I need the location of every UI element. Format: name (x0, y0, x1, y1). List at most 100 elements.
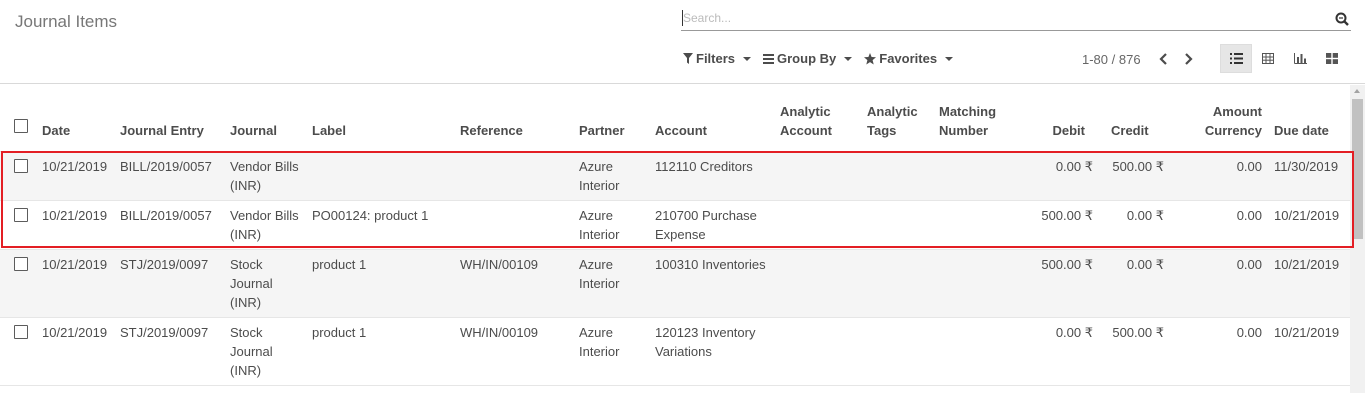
cell-analytic-tags[interactable] (863, 249, 935, 318)
bar-chart-icon[interactable] (1284, 44, 1316, 73)
cell-analytic-tags[interactable] (863, 317, 935, 386)
row-select-cell (0, 151, 38, 201)
pager-value[interactable]: 1-80 / 876 (1082, 52, 1141, 67)
cell-matching-number[interactable] (935, 249, 1030, 318)
cell-analytic-tags[interactable] (863, 151, 935, 201)
column-header-matching-number[interactable]: Matching Number (935, 85, 1030, 152)
column-header-analytic-tags[interactable]: Analytic Tags (863, 85, 935, 152)
row-checkbox[interactable] (14, 207, 28, 222)
cell-partner[interactable]: Azure Interior (575, 249, 651, 318)
scrollbar-thumb[interactable] (1352, 99, 1363, 239)
cell-due-date[interactable]: 11/30/2019 (1266, 151, 1350, 201)
grid-icon[interactable] (1316, 44, 1348, 73)
cell-matching-number[interactable] (935, 200, 1030, 250)
column-header-journal-entry[interactable]: Journal Entry (116, 85, 226, 152)
cell-account[interactable]: 112110 Creditors (651, 151, 776, 201)
column-header-partner[interactable]: Partner (575, 85, 651, 152)
column-header-credit[interactable]: Credit (1107, 85, 1182, 152)
cell-credit[interactable]: 500.00 ₹ (1107, 151, 1182, 201)
cell-reference[interactable] (456, 200, 575, 250)
cell-account[interactable]: 120123 Inventory Variations (651, 317, 776, 386)
cell-account[interactable]: 210700 Purchase Expense (651, 200, 776, 250)
cell-journal[interactable]: Vendor Bills (INR) (226, 151, 308, 201)
table-icon[interactable] (1252, 44, 1284, 73)
cell-label[interactable]: product 1 (308, 317, 456, 386)
pager: 1-80 / 876 (1082, 51, 1197, 67)
table-row[interactable]: 10/21/2019 BILL/2019/0057 Vendor Bills (IN… (0, 200, 1350, 250)
cell-journal[interactable]: Vendor Bills (INR) (226, 200, 308, 250)
cell-journal-entry[interactable]: STJ/2019/0097 (116, 249, 226, 318)
cell-label[interactable]: PO00124: product 1 (308, 200, 456, 250)
cell-reference[interactable]: WH/IN/00109 (456, 249, 575, 318)
cell-debit[interactable]: 500.00 ₹ (1030, 249, 1107, 318)
journal-items-table: Date Journal Entry Journal Label Referen… (0, 85, 1350, 393)
list-view-icon[interactable] (1220, 44, 1252, 73)
column-header-debit[interactable]: Debit (1030, 85, 1107, 152)
cell-analytic-tags[interactable] (863, 200, 935, 250)
cell-date[interactable]: 10/21/2019 (38, 200, 116, 250)
table-row[interactable]: 10/21/2019 BILL/2019/0057 Vendor Bills (IN… (0, 151, 1350, 201)
cell-journal-entry[interactable]: STJ/2019/0097 (116, 317, 226, 386)
cell-reference[interactable] (456, 151, 575, 201)
cell-due-date[interactable]: 10/21/2019 (1266, 317, 1350, 386)
cell-date[interactable]: 10/21/2019 (38, 317, 116, 386)
favorites-button[interactable]: Favorites (864, 51, 954, 66)
cell-analytic-account[interactable] (776, 317, 863, 386)
row-checkbox[interactable] (14, 324, 28, 339)
column-header-reference[interactable]: Reference (456, 85, 575, 152)
cell-matching-number[interactable] (935, 317, 1030, 386)
cell-debit[interactable]: 0.00 ₹ (1030, 151, 1107, 201)
cell-debit[interactable]: 500.00 ₹ (1030, 200, 1107, 250)
cell-amount-currency[interactable]: 0.00 (1182, 249, 1266, 318)
cell-amount-currency[interactable]: 0.00 (1182, 317, 1266, 386)
cell-label[interactable]: product 1 (308, 249, 456, 318)
column-header-due-date[interactable]: Due date (1266, 85, 1350, 152)
favorites-label: Favorites (879, 51, 938, 66)
chevron-left-icon[interactable] (1155, 51, 1171, 67)
cell-reference[interactable]: WH/IN/00109 (456, 317, 575, 386)
chevron-right-icon[interactable] (1181, 51, 1197, 67)
cell-account[interactable]: 100310 Inventories (651, 249, 776, 318)
cell-journal-entry[interactable]: BILL/2019/0057 (116, 200, 226, 250)
vertical-scrollbar[interactable] (1350, 85, 1365, 393)
cell-analytic-account[interactable] (776, 151, 863, 201)
cell-credit[interactable]: 500.00 ₹ (1107, 317, 1182, 386)
cell-partner[interactable]: Azure Interior (575, 200, 651, 250)
search-icon[interactable] (1335, 12, 1349, 26)
column-header-journal[interactable]: Journal (226, 85, 308, 152)
cell-partner[interactable]: Azure Interior (575, 317, 651, 386)
cell-matching-number[interactable] (935, 151, 1030, 201)
column-header-analytic-account[interactable]: Analytic Account (776, 85, 863, 152)
cell-amount-currency[interactable]: 0.00 (1182, 200, 1266, 250)
cell-journal[interactable]: Stock Journal (INR) (226, 317, 308, 386)
cell-credit[interactable]: 0.00 ₹ (1107, 249, 1182, 318)
column-header-amount-currency[interactable]: Amount Currency (1182, 85, 1266, 152)
table-row[interactable]: 10/21/2019 STJ/2019/0097 Stock Journal (IN… (0, 317, 1350, 386)
row-checkbox[interactable] (14, 256, 28, 271)
cell-label[interactable] (308, 151, 456, 201)
cell-partner[interactable]: Azure Interior (575, 151, 651, 201)
cell-due-date[interactable]: 10/21/2019 (1266, 200, 1350, 250)
cell-due-date[interactable]: 10/21/2019 (1266, 249, 1350, 318)
group-by-button[interactable]: Group By (763, 51, 853, 66)
search-input[interactable] (681, 8, 1321, 28)
select-all-checkbox[interactable] (14, 118, 28, 133)
scroll-up-icon[interactable] (1354, 89, 1360, 93)
cell-analytic-account[interactable] (776, 249, 863, 318)
cell-analytic-account[interactable] (776, 200, 863, 250)
filters-button[interactable]: Filters (683, 51, 752, 66)
column-header-account[interactable]: Account (651, 85, 776, 152)
cell-credit[interactable]: 0.00 ₹ (1107, 200, 1182, 250)
column-header-label[interactable]: Label (308, 85, 456, 152)
search-bar[interactable] (681, 8, 1351, 31)
table-row[interactable]: 10/21/2019 STJ/2019/0097 Stock Journal (IN… (0, 249, 1350, 318)
cell-amount-currency[interactable]: 0.00 (1182, 151, 1266, 201)
cell-date[interactable]: 10/21/2019 (38, 249, 116, 318)
cell-date[interactable]: 10/21/2019 (38, 151, 116, 201)
caret-down-icon (844, 56, 853, 61)
column-header-date[interactable]: Date (38, 85, 116, 152)
cell-journal-entry[interactable]: BILL/2019/0057 (116, 151, 226, 201)
cell-debit[interactable]: 0.00 ₹ (1030, 317, 1107, 386)
cell-journal[interactable]: Stock Journal (INR) (226, 249, 308, 318)
row-checkbox[interactable] (14, 158, 28, 173)
